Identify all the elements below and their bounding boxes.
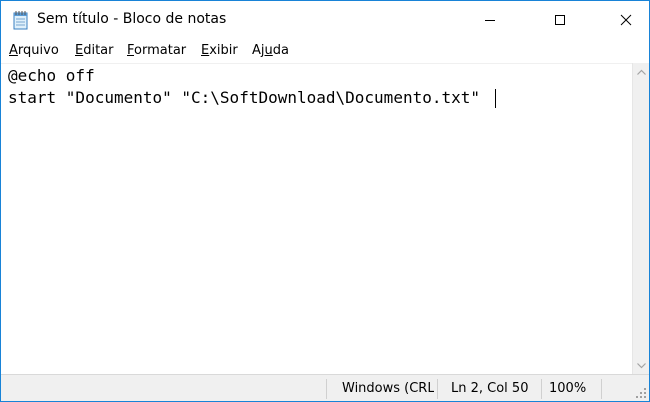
chevron-down-icon bbox=[637, 362, 646, 368]
maximize-icon bbox=[555, 15, 565, 25]
menu-exibir[interactable]: Exibir bbox=[201, 43, 238, 58]
menu-ajuda[interactable]: Ajuda bbox=[252, 43, 289, 58]
text-editor[interactable]: @echo off start "Documento" "C:\SoftDown… bbox=[1, 63, 632, 374]
close-icon bbox=[620, 14, 632, 26]
menu-formatar[interactable]: Formatar bbox=[127, 43, 186, 58]
close-button[interactable] bbox=[603, 1, 649, 39]
editor-line: start "Documento" "C:\SoftDownload\Docum… bbox=[8, 88, 481, 107]
status-encoding: Windows (CRLF) bbox=[342, 381, 434, 396]
notepad-icon bbox=[13, 10, 29, 30]
title-bar[interactable]: Sem título - Bloco de notas bbox=[1, 1, 649, 39]
minimize-button[interactable] bbox=[467, 1, 513, 39]
scroll-down-button[interactable] bbox=[633, 357, 650, 374]
menu-arquivo[interactable]: Arquivo bbox=[9, 43, 59, 58]
window-title: Sem título - Bloco de notas bbox=[37, 11, 227, 27]
status-divider bbox=[541, 379, 542, 399]
menu-bar: Arquivo Editar Formatar Exibir Ajuda bbox=[1, 39, 649, 63]
status-bar: Windows (CRLF) Ln 2, Col 50 100% bbox=[1, 374, 649, 401]
scroll-up-button[interactable] bbox=[633, 63, 650, 80]
status-cursor-position: Ln 2, Col 50 bbox=[451, 381, 529, 396]
notepad-window: Sem título - Bloco de notas Arquivo Edit… bbox=[0, 0, 650, 402]
maximize-button[interactable] bbox=[537, 1, 583, 39]
status-divider bbox=[326, 379, 327, 399]
minimize-icon bbox=[485, 20, 495, 21]
status-zoom: 100% bbox=[549, 381, 587, 396]
chevron-up-icon bbox=[637, 69, 646, 75]
vertical-scrollbar[interactable] bbox=[632, 63, 649, 374]
editor-line: @echo off bbox=[8, 66, 95, 85]
text-caret bbox=[495, 89, 496, 108]
menu-editar[interactable]: Editar bbox=[75, 43, 114, 58]
resize-grip-icon[interactable] bbox=[635, 387, 647, 399]
status-divider bbox=[437, 379, 438, 399]
status-divider bbox=[601, 379, 602, 399]
